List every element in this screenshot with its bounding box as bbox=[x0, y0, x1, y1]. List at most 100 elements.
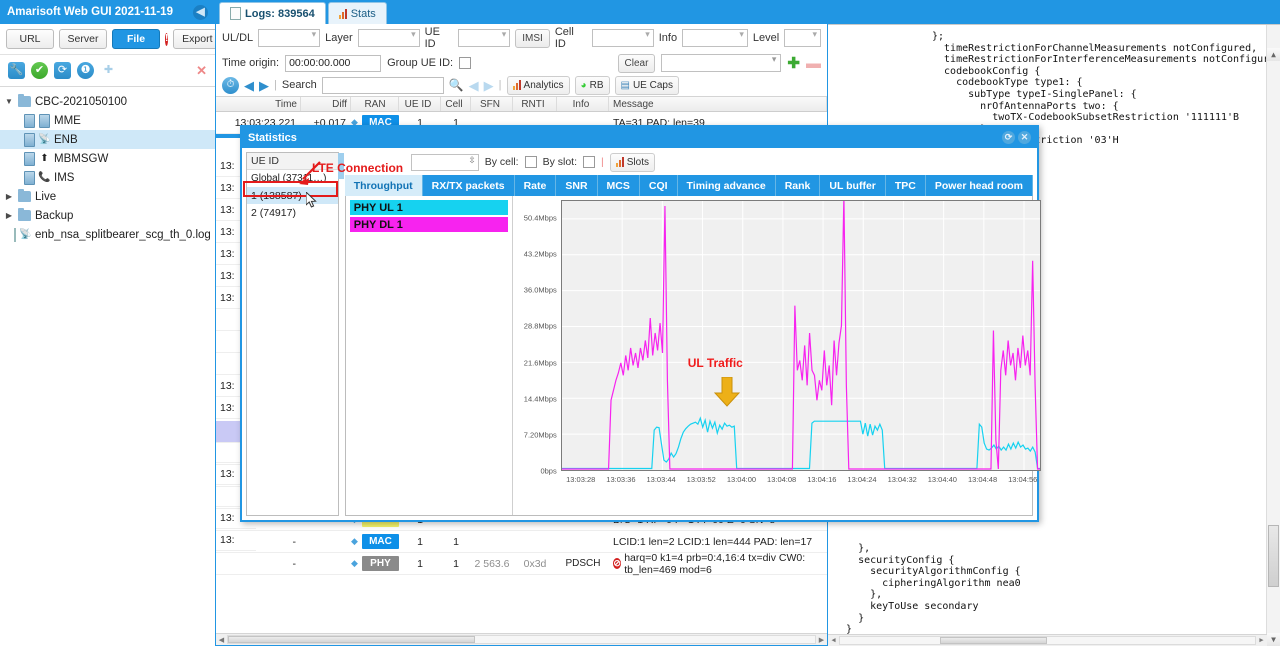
collapse-panel-icon[interactable]: ◀ bbox=[193, 4, 208, 20]
x-tick-label: 13:04:16 bbox=[807, 475, 837, 484]
scroll-track[interactable] bbox=[839, 636, 1256, 645]
chart-series-phy-dl-1 bbox=[561, 201, 1040, 470]
column-time[interactable]: Time bbox=[216, 97, 301, 111]
table-row[interactable]: - ◆ MAC 1 1 LCID:1 len=2 LCID:1 len=444 PAD: … bbox=[216, 531, 827, 553]
table-row[interactable]: - ◆ PHY 1 1 2 563.6 0x3d PDSCH ⊘ harq=0 k1=4 prb=… bbox=[216, 552, 827, 576]
check-icon[interactable]: ✔ bbox=[31, 62, 48, 79]
expand-arrow-icon[interactable]: ▼ bbox=[4, 97, 14, 106]
stats-tab-timing-advance[interactable]: Timing advance bbox=[678, 175, 776, 196]
legend-item-phy-ul[interactable]: PHY UL 1 bbox=[349, 200, 508, 215]
wrench-icon[interactable]: 🔧 bbox=[8, 62, 25, 79]
tree-item-enb[interactable]: 📡 ENB bbox=[0, 130, 215, 149]
column-message[interactable]: Message bbox=[609, 97, 827, 111]
stats-tab-cqi[interactable]: CQI bbox=[640, 175, 678, 196]
legend-item-phy-dl[interactable]: PHY DL 1 bbox=[349, 217, 508, 232]
tree-item-logfile[interactable]: 📡 enb_nsa_splitbearer_scg_th_0.log ✔ bbox=[0, 225, 226, 244]
log-horizontal-scrollbar[interactable]: ◀ ▶ bbox=[216, 633, 827, 645]
by-slot-checkbox[interactable] bbox=[583, 156, 596, 168]
tree-item-backup[interactable]: ▶ Backup bbox=[0, 206, 215, 225]
column-sfn[interactable]: SFN bbox=[471, 97, 513, 111]
dialog-title-bar[interactable]: Statistics ⟳ ✕ bbox=[242, 127, 1037, 148]
stats-tab-ul-buffer[interactable]: UL buffer bbox=[820, 175, 886, 196]
ue-list-item-1[interactable]: 1 (138587) bbox=[247, 187, 338, 204]
time-origin-input[interactable]: 00:00:00.000 bbox=[285, 54, 382, 72]
tree-item-mme[interactable]: MME bbox=[0, 111, 215, 130]
scroll-up-icon[interactable]: ▲ bbox=[1267, 48, 1280, 62]
rb-button[interactable]: ◕ RB bbox=[574, 75, 610, 95]
column-ran[interactable]: RAN bbox=[351, 97, 399, 111]
url-button[interactable]: URL bbox=[6, 29, 54, 49]
tab-logs-label: Logs: 839564 bbox=[245, 7, 315, 20]
tree-item-cbc[interactable]: ▼ CBC-2021050100 bbox=[0, 92, 215, 111]
scroll-left-icon[interactable]: ◀ bbox=[828, 635, 839, 646]
file-button[interactable]: File bbox=[112, 29, 160, 49]
arrow-right-icon[interactable]: ▶ bbox=[259, 79, 269, 92]
preset-select[interactable] bbox=[661, 54, 782, 72]
info-icon[interactable]: ❶ bbox=[77, 62, 94, 79]
add-icon[interactable]: ✚ bbox=[100, 62, 117, 79]
column-cell[interactable]: Cell bbox=[441, 97, 471, 111]
collapse-arrow-icon[interactable]: ▶ bbox=[4, 192, 14, 201]
tree-item-ims[interactable]: 📞 IMS bbox=[0, 168, 215, 187]
ue-list-item-2[interactable]: 2 (74917) bbox=[247, 204, 338, 221]
column-info[interactable]: Info bbox=[557, 97, 609, 111]
column-ueid[interactable]: UE ID bbox=[399, 97, 441, 111]
slots-button[interactable]: Slots bbox=[609, 152, 655, 172]
stats-tab-snr[interactable]: SNR bbox=[556, 175, 598, 196]
refresh-icon[interactable]: ⟳ bbox=[1002, 131, 1015, 144]
interval-spinner[interactable] bbox=[410, 153, 479, 171]
analytics-button[interactable]: Analytics bbox=[506, 75, 570, 95]
scroll-right-icon[interactable]: ▶ bbox=[1256, 635, 1267, 646]
info-select[interactable] bbox=[682, 29, 748, 47]
collapse-arrow-icon[interactable]: ▶ bbox=[4, 211, 14, 220]
cell-id-select[interactable] bbox=[591, 29, 654, 47]
stats-tab-rx-tx-packets[interactable]: RX/TX packets bbox=[423, 175, 515, 196]
imsi-button[interactable]: IMSI bbox=[515, 28, 550, 48]
search-prev-icon[interactable]: ◀ bbox=[469, 79, 479, 92]
scroll-left-icon[interactable]: ◀ bbox=[216, 636, 227, 644]
chart-plot-area[interactable]: UL Traffic bbox=[560, 200, 1041, 471]
arrow-left-icon[interactable]: ◀ bbox=[244, 79, 254, 92]
x-tick-label: 13:04:24 bbox=[847, 475, 877, 484]
stats-tab-throughput[interactable]: Throughput bbox=[344, 175, 423, 196]
stats-tab-tpc[interactable]: TPC bbox=[886, 175, 926, 196]
detail-horizontal-scrollbar[interactable]: ◀ ▶ bbox=[828, 634, 1267, 646]
history-icon[interactable]: ⏱ bbox=[222, 76, 239, 94]
ue-id-select[interactable] bbox=[458, 29, 511, 47]
binoculars-icon[interactable]: 🔍 bbox=[449, 79, 464, 91]
tab-stats[interactable]: Stats bbox=[327, 2, 387, 24]
scroll-track[interactable] bbox=[227, 635, 816, 644]
tree-item-mbmsgw[interactable]: ⬆ MBMSGW bbox=[0, 149, 215, 168]
by-cell-checkbox[interactable] bbox=[524, 156, 537, 168]
group-ue-checkbox[interactable] bbox=[459, 57, 472, 69]
search-next-icon[interactable]: ▶ bbox=[484, 79, 494, 92]
stats-tab-power-head-room[interactable]: Power head room bbox=[926, 175, 1033, 196]
server-button[interactable]: Server bbox=[59, 29, 107, 49]
scroll-thumb[interactable] bbox=[1268, 525, 1279, 587]
x-tick-label: 13:04:32 bbox=[887, 475, 917, 484]
scroll-down-icon[interactable]: ▼ bbox=[1267, 633, 1280, 646]
delete-icon[interactable]: ✕ bbox=[196, 63, 207, 79]
add-preset-icon[interactable]: ✚ bbox=[787, 56, 800, 71]
level-select[interactable] bbox=[784, 29, 821, 47]
refresh-icon[interactable]: ⟳ bbox=[54, 62, 71, 79]
close-icon[interactable]: ✕ bbox=[1018, 131, 1031, 144]
tree-item-label: CBC-2021050100 bbox=[35, 95, 128, 108]
search-input[interactable] bbox=[321, 76, 444, 94]
tree-item-live[interactable]: ▶ Live bbox=[0, 187, 215, 206]
tree-item-label: ENB bbox=[54, 133, 78, 146]
ul-traffic-annotation-label: UL Traffic bbox=[687, 356, 743, 370]
scroll-right-icon[interactable]: ▶ bbox=[816, 636, 827, 644]
tab-logs[interactable]: Logs: 839564 bbox=[219, 2, 326, 24]
remove-preset-icon[interactable]: ▬ bbox=[806, 56, 821, 71]
stats-tab-rank[interactable]: Rank bbox=[776, 175, 821, 196]
ue-caps-button[interactable]: ▤ UE Caps bbox=[614, 75, 679, 95]
column-diff[interactable]: Diff bbox=[301, 97, 351, 111]
stats-tab-mcs[interactable]: MCS bbox=[598, 175, 640, 196]
column-rnti[interactable]: RNTI bbox=[513, 97, 557, 111]
layer-select[interactable] bbox=[357, 29, 420, 47]
clear-button[interactable]: Clear bbox=[617, 53, 656, 73]
stats-tab-rate[interactable]: Rate bbox=[515, 175, 557, 196]
detail-vertical-scrollbar[interactable]: ▲ ▼ bbox=[1266, 25, 1280, 646]
ul-dl-select[interactable] bbox=[258, 29, 321, 47]
